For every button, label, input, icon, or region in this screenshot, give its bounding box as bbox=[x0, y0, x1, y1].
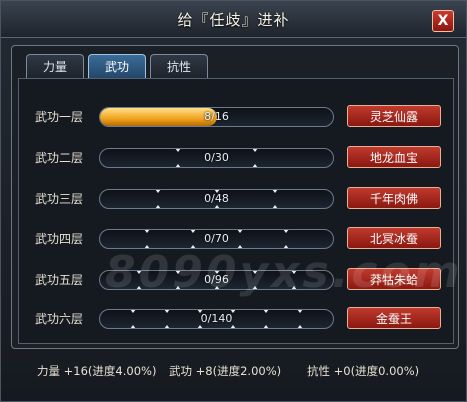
segment-tick bbox=[174, 286, 181, 289]
progress-bar: 8/16 bbox=[99, 107, 334, 127]
tab-bar: 力量 武功 抗性 bbox=[26, 54, 208, 78]
segment-tick bbox=[296, 325, 303, 328]
segment-tick bbox=[271, 190, 278, 193]
segment-tick bbox=[291, 286, 298, 289]
segment-tick bbox=[135, 271, 142, 274]
progress-text: 8/16 bbox=[204, 110, 229, 123]
martial-stat: 武功 +8(进度2.00%) bbox=[169, 364, 282, 378]
progress-text: 0/70 bbox=[204, 232, 229, 245]
resist-stat: 抗性 +0(进度0.00%) bbox=[307, 364, 420, 378]
progress-bar: 0/140 bbox=[99, 309, 334, 329]
segment-tick bbox=[174, 164, 181, 167]
dialog-title: 给『任歧』进补 bbox=[177, 11, 290, 29]
level-row: 武功三层 0/48 千年肉佛 bbox=[19, 187, 453, 211]
item-button-zhuha[interactable]: 莽牯朱蛤 bbox=[347, 268, 441, 290]
segment-tick bbox=[143, 245, 150, 248]
progress-text: 0/30 bbox=[204, 151, 229, 164]
segment-tick bbox=[135, 286, 142, 289]
level-label: 武功一层 bbox=[35, 110, 84, 124]
segment-tick bbox=[190, 245, 197, 248]
progress-text: 0/48 bbox=[204, 192, 229, 205]
segment-tick bbox=[283, 230, 290, 233]
level-label: 武功三层 bbox=[35, 192, 84, 206]
segment-tick bbox=[196, 310, 203, 313]
level-label: 武功五层 bbox=[35, 273, 84, 287]
tab-resistance[interactable]: 抗性 bbox=[150, 54, 208, 78]
main-panel: 力量 武功 抗性 武功一层 8/16 灵芝仙露 武功二层 0/30 地龙血宝 武… bbox=[11, 45, 460, 349]
item-button-roufo[interactable]: 千年肉佛 bbox=[347, 187, 441, 209]
item-button-bingcan[interactable]: 北冥冰蚕 bbox=[347, 227, 441, 249]
strength-stat: 力量 +16(进度4.00%) bbox=[37, 364, 157, 378]
title-bar[interactable]: 给『任歧』进补 X bbox=[1, 1, 466, 38]
segment-tick bbox=[291, 271, 298, 274]
level-label: 武功二层 bbox=[35, 151, 84, 165]
progress-text: 0/140 bbox=[200, 312, 233, 325]
segment-tick bbox=[143, 230, 150, 233]
level-row: 武功五层 0/96 莽牯朱蛤 bbox=[19, 268, 453, 292]
tab-strength[interactable]: 力量 bbox=[26, 54, 84, 78]
level-row: 武功六层 0/140 金蚕王 bbox=[19, 307, 453, 331]
segment-tick bbox=[263, 310, 270, 313]
progress-bar: 0/96 bbox=[99, 270, 334, 290]
segment-tick bbox=[213, 205, 220, 208]
segment-tick bbox=[130, 325, 137, 328]
segment-tick bbox=[163, 325, 170, 328]
segment-tick bbox=[252, 149, 259, 152]
level-row: 武功一层 8/16 灵芝仙露 bbox=[19, 105, 453, 129]
segment-tick bbox=[130, 310, 137, 313]
progress-bar: 0/70 bbox=[99, 229, 334, 249]
supplement-dialog: 给『任歧』进补 X 力量 武功 抗性 武功一层 8/16 灵芝仙露 武功二层 0… bbox=[0, 0, 467, 402]
segment-tick bbox=[174, 271, 181, 274]
segment-tick bbox=[230, 325, 237, 328]
segment-tick bbox=[236, 245, 243, 248]
level-label: 武功六层 bbox=[35, 312, 84, 326]
stats-footer: 力量 +16(进度4.00%) 武功 +8(进度2.00%) 抗性 +0(进度0… bbox=[1, 353, 466, 393]
segment-tick bbox=[163, 310, 170, 313]
segment-tick bbox=[213, 286, 220, 289]
segment-tick bbox=[263, 325, 270, 328]
segment-tick bbox=[252, 164, 259, 167]
segment-tick bbox=[283, 245, 290, 248]
segment-tick bbox=[196, 325, 203, 328]
segment-tick bbox=[271, 205, 278, 208]
level-row: 武功二层 0/30 地龙血宝 bbox=[19, 146, 453, 170]
progress-text: 0/96 bbox=[204, 273, 229, 286]
segment-tick bbox=[296, 310, 303, 313]
segment-tick bbox=[213, 271, 220, 274]
segment-tick bbox=[155, 205, 162, 208]
close-button[interactable]: X bbox=[432, 10, 454, 32]
segment-tick bbox=[174, 149, 181, 152]
item-button-jincan[interactable]: 金蚕王 bbox=[347, 307, 441, 329]
tab-martial[interactable]: 武功 bbox=[88, 54, 146, 78]
segment-tick bbox=[252, 286, 259, 289]
level-label: 武功四层 bbox=[35, 232, 84, 246]
item-button-dilong[interactable]: 地龙血宝 bbox=[347, 146, 441, 168]
levels-panel: 武功一层 8/16 灵芝仙露 武功二层 0/30 地龙血宝 武功三层 0/48 … bbox=[18, 78, 460, 344]
segment-tick bbox=[236, 230, 243, 233]
segment-tick bbox=[230, 310, 237, 313]
progress-bar: 0/48 bbox=[99, 189, 334, 209]
segment-tick bbox=[155, 190, 162, 193]
segment-tick bbox=[190, 230, 197, 233]
segment-tick bbox=[213, 190, 220, 193]
segment-tick bbox=[252, 271, 259, 274]
progress-bar: 0/30 bbox=[99, 148, 334, 168]
level-row: 武功四层 0/70 北冥冰蚕 bbox=[19, 227, 453, 251]
item-button-lingzhi[interactable]: 灵芝仙露 bbox=[347, 105, 441, 127]
